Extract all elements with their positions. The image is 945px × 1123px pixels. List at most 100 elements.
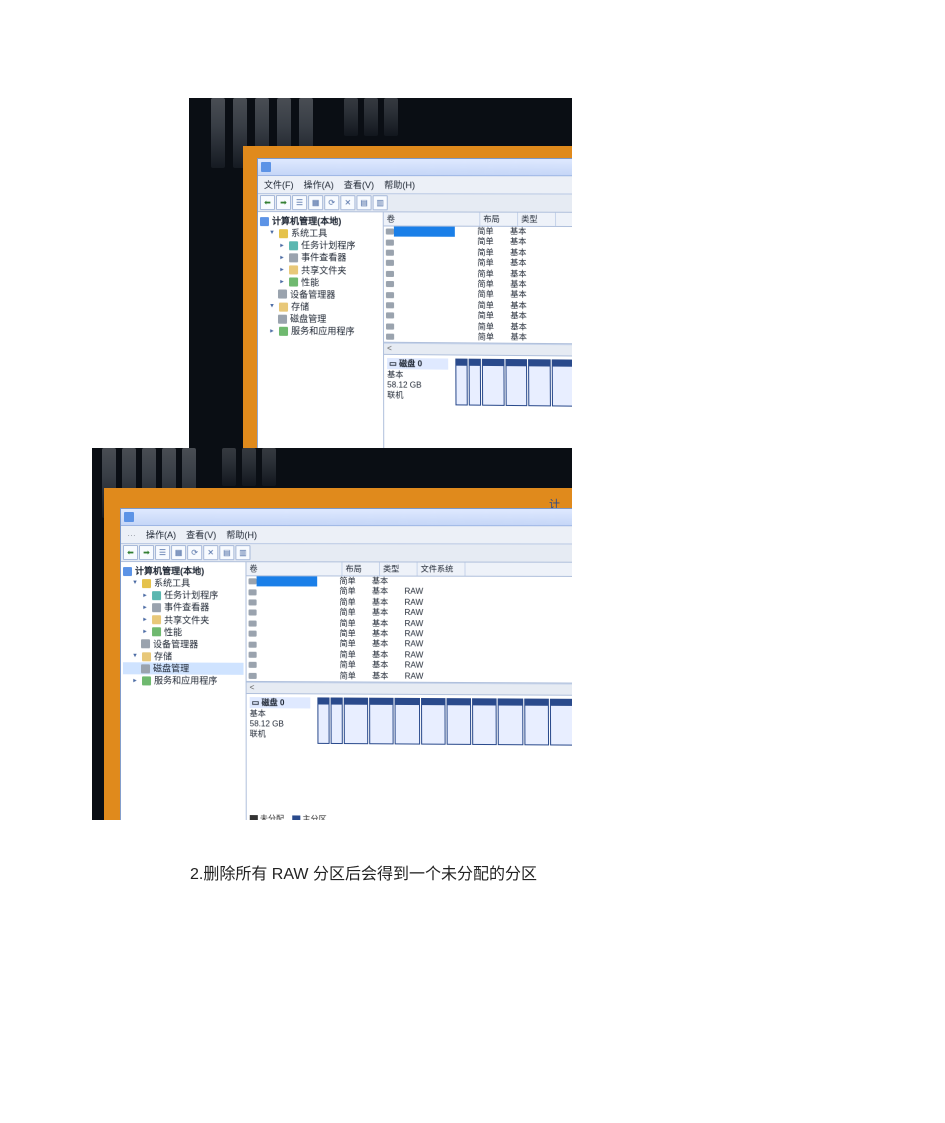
- disk-partition[interactable]: [369, 698, 394, 745]
- disk-partition[interactable]: [446, 698, 471, 745]
- volume-icon: [249, 662, 257, 668]
- volume-list-header[interactable]: 卷 布局 类型: [384, 212, 572, 227]
- back-button[interactable]: ⬅: [260, 195, 275, 210]
- computer-management-window[interactable]: 文件(F) 操作(A) 查看(V) 帮助(H) ⬅ ➡ ☰ ▦ ⟳ ✕ ▤ ▥ …: [257, 158, 572, 448]
- volume-list-header[interactable]: 卷 布局 类型 文件系统: [246, 562, 572, 577]
- navigation-tree[interactable]: 计算机管理(本地) 系统工具 任务计划程序 事件查看器 共享文件夹 性能 设备管…: [121, 562, 247, 820]
- volume-row[interactable]: 简单基本: [246, 576, 572, 587]
- menu-file[interactable]: 文件(F): [260, 177, 298, 192]
- menu-file[interactable]: …: [123, 527, 140, 542]
- refresh-button[interactable]: ⟳: [187, 545, 202, 560]
- menu-help[interactable]: 帮助(H): [222, 527, 261, 542]
- volume-list[interactable]: 简单基本简单基本RAW简单基本RAW简单基本RAW简单基本RAW简单基本RAW简…: [246, 576, 572, 683]
- volume-row[interactable]: 简单基本: [384, 331, 572, 343]
- volume-icon: [249, 610, 257, 616]
- tree-root[interactable]: 计算机管理(本地): [123, 565, 243, 577]
- column-volume[interactable]: 卷: [246, 562, 342, 575]
- toolbar-button[interactable]: ✕: [340, 195, 355, 210]
- disk-partition[interactable]: [469, 359, 481, 406]
- tree-performance[interactable]: 性能: [260, 276, 381, 289]
- tree-event-viewer[interactable]: 事件查看器: [260, 252, 381, 265]
- step-caption: 2.删除所有 RAW 分区后会得到一个未分配的分区: [190, 860, 945, 884]
- tree-disk-management[interactable]: 磁盘管理: [123, 662, 244, 675]
- tree-shared-folders[interactable]: 共享文件夹: [260, 264, 381, 277]
- disk-partition[interactable]: [528, 359, 550, 406]
- tree-root[interactable]: 计算机管理(本地): [260, 215, 381, 228]
- disk-label: ▭ 磁盘 0 基本 58.12 GB 联机: [250, 697, 311, 740]
- tree-system-tools[interactable]: 系统工具: [123, 577, 243, 589]
- volume-row[interactable]: 简单基本: [384, 237, 572, 248]
- tree-task-scheduler[interactable]: 任务计划程序: [260, 239, 381, 252]
- column-type[interactable]: 类型: [380, 562, 418, 575]
- disk-partition[interactable]: [472, 698, 497, 745]
- toolbar-button[interactable]: ☰: [292, 195, 307, 210]
- toolbar-button[interactable]: ✕: [203, 545, 218, 560]
- column-volume[interactable]: 卷: [384, 212, 481, 225]
- disk-partition[interactable]: [395, 698, 420, 745]
- disk-partition[interactable]: [482, 359, 504, 406]
- toolbar-button[interactable]: ▦: [171, 545, 186, 560]
- tree-disk-management[interactable]: 磁盘管理: [260, 313, 381, 326]
- performance-icon: [152, 628, 161, 637]
- toolbar-button[interactable]: ▥: [373, 195, 388, 210]
- disk-partition[interactable]: [331, 697, 343, 744]
- disk-map[interactable]: [455, 359, 572, 407]
- tree-services-apps[interactable]: 服务和应用程序: [260, 325, 381, 338]
- column-layout[interactable]: 布局: [480, 213, 518, 226]
- tree-services-apps[interactable]: 服务和应用程序: [123, 675, 244, 688]
- menu-view[interactable]: 查看(V): [182, 527, 220, 542]
- title-bar[interactable]: [121, 509, 572, 526]
- disk-panel[interactable]: ▭ 磁盘 0 基本 58.12 GB 联机 未分配 主分区: [247, 693, 572, 820]
- disk-partition[interactable]: [551, 360, 572, 407]
- tree-device-manager[interactable]: 设备管理器: [123, 638, 244, 651]
- column-type[interactable]: 类型: [518, 213, 556, 226]
- title-bar[interactable]: [258, 159, 572, 176]
- disk-partition[interactable]: [498, 698, 523, 745]
- forward-button[interactable]: ➡: [139, 545, 154, 560]
- menu-help[interactable]: 帮助(H): [380, 177, 419, 192]
- disk-partition[interactable]: [421, 698, 446, 745]
- tree-storage[interactable]: 存储: [260, 300, 381, 313]
- tree-event-viewer[interactable]: 事件查看器: [123, 602, 244, 615]
- disk-map[interactable]: [317, 697, 572, 745]
- refresh-button[interactable]: ⟳: [324, 195, 339, 210]
- volume-row[interactable]: 简单基本RAW: [247, 670, 572, 682]
- forward-button[interactable]: ➡: [276, 195, 291, 210]
- back-button[interactable]: ⬅: [123, 545, 138, 560]
- toolbar-button[interactable]: ▥: [235, 545, 250, 560]
- volume-icon: [386, 239, 394, 245]
- tree-task-scheduler[interactable]: 任务计划程序: [123, 589, 244, 601]
- toolbar-button[interactable]: ▤: [356, 195, 371, 210]
- clock-icon: [289, 241, 298, 250]
- column-filesystem[interactable]: 文件系统: [418, 562, 466, 575]
- menu-action[interactable]: 操作(A): [142, 527, 180, 542]
- menu-bar[interactable]: 文件(F) 操作(A) 查看(V) 帮助(H): [258, 176, 572, 195]
- volume-icon: [249, 599, 257, 605]
- disk-partition[interactable]: [344, 697, 369, 744]
- disk-partition[interactable]: [455, 359, 467, 406]
- column-layout[interactable]: 布局: [342, 562, 380, 575]
- disk-partition[interactable]: [317, 697, 329, 744]
- toolbar-button[interactable]: ☰: [155, 545, 170, 560]
- volume-list[interactable]: 简单基本简单基本简单基本简单基本简单基本简单基本简单基本简单基本简单基本简单基本…: [384, 226, 572, 344]
- disk-partition[interactable]: [550, 699, 572, 746]
- toolbar[interactable]: ⬅ ➡ ☰ ▦ ⟳ ✕ ▤ ▥: [258, 194, 572, 213]
- tree-shared-folders[interactable]: 共享文件夹: [123, 614, 244, 627]
- disk-panel[interactable]: ▭ 磁盘 0 基本 58.12 GB 联机: [384, 354, 572, 448]
- disk-partition[interactable]: [505, 359, 527, 406]
- menu-action[interactable]: 操作(A): [300, 177, 338, 192]
- toolbar-button[interactable]: ▤: [219, 545, 234, 560]
- tree-storage[interactable]: 存储: [123, 650, 244, 663]
- tree-device-manager[interactable]: 设备管理器: [260, 288, 381, 301]
- storage-icon: [279, 302, 288, 311]
- disk-partition[interactable]: [524, 698, 549, 745]
- tree-performance[interactable]: 性能: [123, 626, 244, 639]
- toolbar-button[interactable]: ▦: [308, 195, 323, 210]
- menu-bar[interactable]: … 操作(A) 查看(V) 帮助(H): [121, 526, 572, 544]
- tree-system-tools[interactable]: 系统工具: [260, 227, 381, 240]
- navigation-tree[interactable]: 计算机管理(本地) 系统工具 任务计划程序 事件查看器 共享文件夹 性能 设备管…: [258, 212, 384, 448]
- menu-view[interactable]: 查看(V): [340, 177, 378, 192]
- services-icon: [279, 327, 288, 336]
- computer-management-window[interactable]: … 操作(A) 查看(V) 帮助(H) ⬅ ➡ ☰ ▦ ⟳ ✕ ▤ ▥ 计算机管…: [120, 508, 572, 820]
- toolbar[interactable]: ⬅ ➡ ☰ ▦ ⟳ ✕ ▤ ▥: [121, 544, 572, 563]
